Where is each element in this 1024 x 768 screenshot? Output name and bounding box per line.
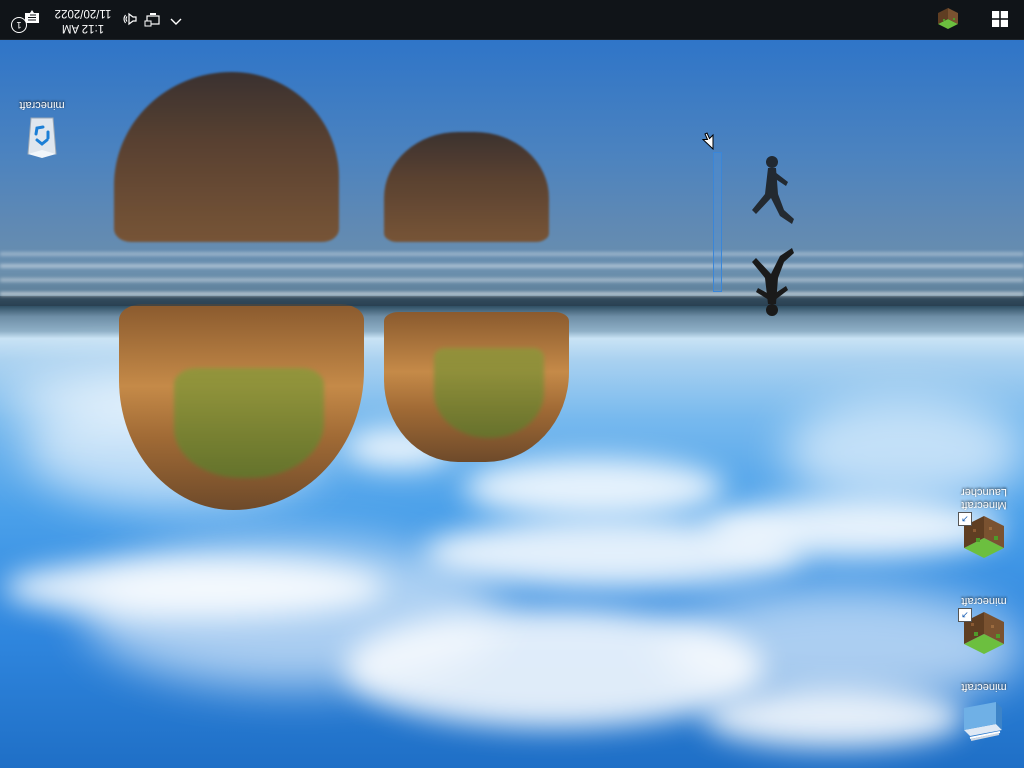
clock-date: 11/20/2022 xyxy=(54,7,112,19)
desktop-wallpaper[interactable] xyxy=(0,40,1024,768)
minecraft-grass-block-icon: ↗ xyxy=(958,608,1008,658)
desktop-icon-recycle-bin[interactable]: minecraft xyxy=(4,98,80,162)
desktop-icon-minecraft-launcher[interactable]: ↗ Minecraft Launcher xyxy=(946,485,1022,562)
folder-icon xyxy=(960,696,1008,744)
desktop-icon-label: minecraft xyxy=(19,99,65,111)
notification-count-badge: 1 xyxy=(11,17,27,33)
taskbar-clock[interactable]: 1:12 AM 11/20/2022 xyxy=(48,5,118,35)
desktop-icon-label: minecraft xyxy=(961,595,1007,607)
taskbar: 1:12 AM 11/20/2022 1 xyxy=(0,0,1024,40)
windows-logo-icon xyxy=(992,11,1008,27)
clock-time: 1:12 AM xyxy=(61,22,105,34)
shortcut-arrow-icon: ↗ xyxy=(958,608,972,622)
minecraft-grass-block-icon xyxy=(938,8,958,29)
chevron-up-icon[interactable] xyxy=(168,11,184,27)
runner-silhouette xyxy=(752,248,794,316)
desktop-icon-minecraft-shortcut[interactable]: ↗ minecraft xyxy=(946,594,1022,658)
minecraft-launcher-icon: ↗ xyxy=(958,512,1008,562)
desktop-icon-label: Minecraft Launcher xyxy=(961,486,1007,511)
speaker-icon[interactable] xyxy=(122,11,138,27)
mouse-cursor-icon xyxy=(702,132,714,150)
desktop-screen: minecraft ↗ minecraft ↗ Minecraft Launch… xyxy=(0,0,1024,768)
selection-rectangle xyxy=(713,152,722,292)
shortcut-arrow-icon: ↗ xyxy=(958,512,972,526)
recycle-bin-icon xyxy=(18,114,66,162)
desktop-icon-minecraft-folder[interactable]: minecraft xyxy=(946,680,1022,744)
taskbar-app-minecraft[interactable] xyxy=(928,0,968,39)
desktop-icon-label: minecraft xyxy=(961,681,1007,693)
start-button[interactable] xyxy=(976,0,1024,39)
runner-reflection xyxy=(752,156,794,224)
network-icon[interactable] xyxy=(144,11,160,27)
